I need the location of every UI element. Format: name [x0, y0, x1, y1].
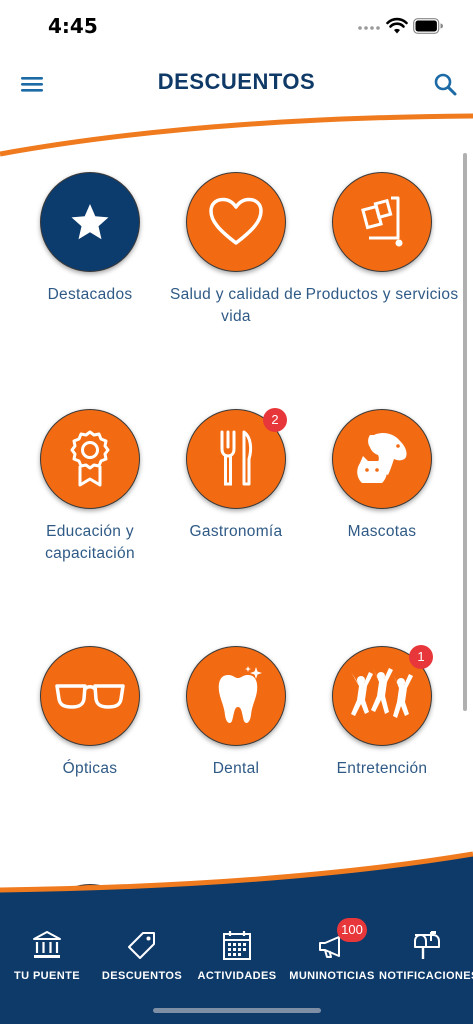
category-opticas[interactable]: Ópticas	[12, 646, 168, 780]
category-label: Productos y servicios	[305, 286, 459, 303]
bottom-tab-bar: TU PUENTE DESCUENTOS ACTIVIDADES 100 MUN…	[0, 900, 473, 1024]
category-salud[interactable]: Salud y calidad de vida	[158, 172, 314, 328]
category-label: Destacados	[47, 286, 133, 303]
category-productos[interactable]: Productos y servicios	[304, 172, 460, 306]
bank-building-icon	[33, 931, 61, 958]
category-circle	[186, 646, 286, 746]
home-indicator[interactable]	[153, 1008, 321, 1013]
search-icon[interactable]	[432, 71, 460, 99]
category-educacion[interactable]: Educación y capacitación	[12, 409, 168, 565]
notification-badge: 100	[337, 918, 367, 942]
category-circle: 2	[186, 408, 287, 509]
category-grid[interactable]: Destacados Salud y calidad de vida Produ…	[0, 150, 473, 890]
scrollbar[interactable]	[463, 153, 467, 711]
category-label: Salud y calidad de vida	[169, 286, 303, 325]
mailbox-icon	[414, 931, 440, 959]
category-mascotas[interactable]: Mascotas	[304, 409, 460, 543]
category-circle	[40, 646, 140, 746]
tab-label: NOTIFICACIONES	[379, 970, 473, 982]
award-ribbon-icon	[70, 430, 110, 487]
tab-label: MUNINOTICIAS	[289, 970, 375, 982]
category-circle	[40, 172, 140, 272]
category-circle	[40, 409, 140, 509]
category-label: Ópticas	[62, 760, 118, 777]
category-gastronomia[interactable]: 2 Gastronomía	[158, 408, 314, 543]
dancing-people-icon	[351, 668, 413, 718]
tab-label: ACTIVIDADES	[197, 970, 277, 982]
fork-knife-icon	[220, 430, 253, 486]
category-circle	[186, 172, 286, 272]
tab-label: DESCUENTOS	[101, 970, 183, 982]
wifi-icon	[386, 17, 408, 34]
notification-badge: 1	[409, 645, 433, 669]
category-label: Mascotas	[347, 523, 417, 540]
tab-label: TU PUENTE	[14, 970, 80, 982]
category-circle	[332, 409, 432, 509]
tab-notificaciones[interactable]: NOTIFICACIONES	[379, 928, 473, 982]
category-label: Educación y capacitación	[45, 523, 135, 562]
category-circle: 1	[332, 645, 433, 746]
category-label: Entretención	[336, 760, 428, 777]
glasses-icon	[55, 684, 125, 709]
star-icon	[71, 204, 109, 240]
app-header: DESCUENTOS	[0, 54, 473, 114]
tabbar-orange-wave	[0, 851, 473, 908]
battery-icon	[413, 18, 443, 34]
category-label: Dental	[212, 760, 260, 777]
shopping-cart-icon	[361, 196, 403, 247]
heart-icon	[209, 197, 263, 245]
calendar-icon	[223, 931, 251, 960]
price-tag-icon	[128, 932, 155, 959]
page-title: DESCUENTOS	[157, 69, 316, 94]
signal-dots-icon	[358, 26, 380, 30]
tab-actividades[interactable]: ACTIVIDADES	[190, 928, 284, 982]
dog-cat-icon	[357, 433, 407, 483]
tab-descuentos[interactable]: DESCUENTOS	[95, 928, 189, 982]
tab-muninoticias[interactable]: 100 MUNINOTICIAS	[285, 918, 379, 982]
status-bar: 4:45	[0, 0, 473, 54]
category-label: Gastronomía	[189, 523, 283, 540]
status-time: 4:45	[48, 14, 98, 38]
tooth-icon	[218, 666, 262, 723]
category-destacados[interactable]: Destacados	[12, 172, 168, 306]
category-dental[interactable]: Dental	[158, 646, 314, 780]
tab-tu-puente[interactable]: TU PUENTE	[0, 928, 94, 982]
category-entretencion[interactable]: 1 Entretención	[304, 645, 460, 780]
notification-badge: 2	[263, 408, 287, 432]
category-circle	[332, 172, 432, 272]
